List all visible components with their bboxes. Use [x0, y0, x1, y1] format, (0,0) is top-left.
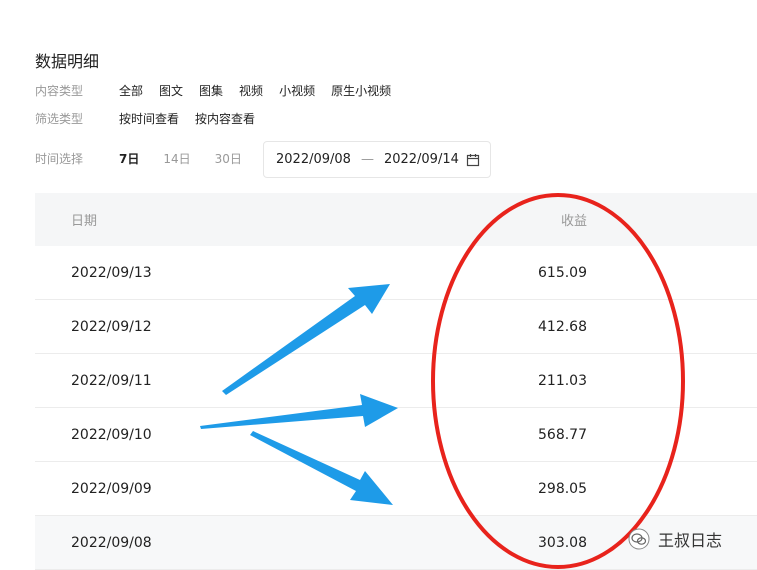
wechat-icon — [628, 528, 650, 550]
filter-type-option-by-time[interactable]: 按时间查看 — [119, 110, 179, 127]
row-revenue: 568.77 — [538, 426, 587, 443]
table-header: 日期 收益 — [35, 193, 757, 246]
data-table: 日期 收益 2022/09/13 615.09 2022/09/12 412.6… — [35, 193, 757, 570]
time-select-filter: 时间选择 7日 14日 30日 — [35, 150, 266, 167]
filter-type-option-by-content[interactable]: 按内容查看 — [195, 110, 255, 127]
time-option-14d[interactable]: 14日 — [163, 150, 190, 167]
date-range-start: 2022/09/08 — [276, 152, 351, 167]
filter-type-label: 筛选类型 — [35, 112, 84, 126]
calendar-icon[interactable] — [466, 153, 480, 167]
row-revenue: 298.05 — [538, 480, 587, 497]
table-row: 2022/09/09 298.05 — [35, 462, 757, 516]
row-revenue: 211.03 — [538, 372, 587, 389]
content-type-option-video[interactable]: 视频 — [239, 82, 263, 99]
column-header-revenue: 收益 — [560, 214, 587, 229]
content-type-option-gallery[interactable]: 图集 — [199, 82, 223, 99]
content-type-option-short-video[interactable]: 小视频 — [279, 82, 315, 99]
table-row: 2022/09/11 211.03 — [35, 354, 757, 408]
content-type-label: 内容类型 — [35, 84, 84, 98]
watermark-text: 王叔日志 — [658, 531, 723, 550]
row-date: 2022/09/13 — [71, 264, 152, 281]
time-option-30d[interactable]: 30日 — [215, 150, 242, 167]
table-row: 2022/09/12 412.68 — [35, 300, 757, 354]
page: 数据明细 内容类型 全部 图文 图集 视频 小视频 原生小视频 筛选类型 按时间… — [0, 0, 757, 570]
date-range-picker[interactable]: 2022/09/08 — 2022/09/14 — [263, 141, 491, 178]
filter-type-filter: 筛选类型 按时间查看 按内容查看 — [35, 110, 271, 127]
row-revenue: 412.68 — [538, 318, 587, 335]
date-range-end: 2022/09/14 — [383, 152, 459, 167]
date-range-separator: — — [360, 152, 374, 167]
row-date: 2022/09/10 — [71, 426, 152, 443]
row-date: 2022/09/09 — [71, 480, 152, 497]
row-date: 2022/09/08 — [71, 534, 152, 551]
row-date: 2022/09/11 — [71, 372, 152, 389]
time-select-label: 时间选择 — [35, 152, 84, 166]
content-type-option-all[interactable]: 全部 — [119, 82, 143, 99]
time-option-7d[interactable]: 7日 — [119, 150, 139, 167]
row-revenue: 615.09 — [538, 264, 587, 281]
row-date: 2022/09/12 — [71, 318, 152, 335]
content-type-option-article[interactable]: 图文 — [159, 82, 183, 99]
page-title: 数据明细 — [35, 52, 100, 71]
content-type-filter: 内容类型 全部 图文 图集 视频 小视频 原生小视频 — [35, 82, 407, 99]
table-row: 2022/09/13 615.09 — [35, 246, 757, 300]
watermark: 王叔日志 — [628, 527, 722, 551]
column-header-date: 日期 — [71, 214, 98, 229]
content-type-option-native-short-video[interactable]: 原生小视频 — [331, 82, 391, 99]
table-row: 2022/09/10 568.77 — [35, 408, 757, 462]
